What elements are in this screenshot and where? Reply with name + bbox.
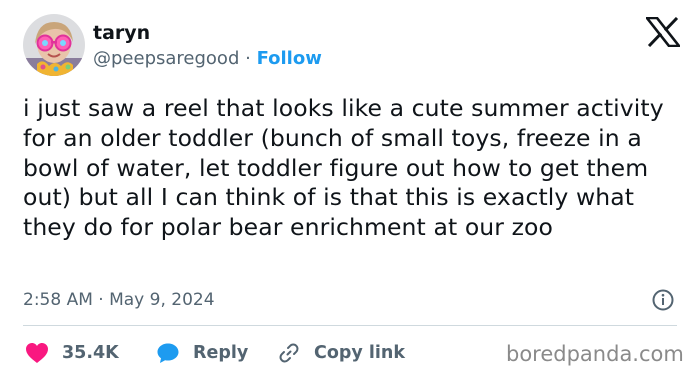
reply-button[interactable]: Reply xyxy=(156,340,248,366)
author-handle[interactable]: @peepsaregood xyxy=(93,48,239,69)
copy-link-label: Copy link xyxy=(314,343,405,363)
like-button[interactable]: 35.4K xyxy=(25,340,119,366)
copy-link-button[interactable]: Copy link xyxy=(277,340,405,366)
tweet-text: i just saw a reel that looks like a cute… xyxy=(23,94,664,242)
tweet-timestamp[interactable]: 2:58 AM · May 9, 2024 xyxy=(23,289,215,311)
follow-button[interactable]: Follow xyxy=(257,48,322,69)
tweet-card: taryn @peepsaregood · Follow i just saw … xyxy=(0,0,700,379)
speech-bubble-icon xyxy=(157,343,179,363)
handle-separator: · xyxy=(245,48,251,69)
heart-icon xyxy=(26,343,48,363)
avatar-image xyxy=(23,14,85,76)
author-name[interactable]: taryn xyxy=(93,22,150,44)
avatar[interactable] xyxy=(23,14,85,76)
info-icon[interactable] xyxy=(651,288,675,312)
author-handle-row: @peepsaregood · Follow xyxy=(93,48,322,70)
divider xyxy=(23,325,677,326)
link-icon xyxy=(279,343,299,363)
x-logo-icon[interactable] xyxy=(646,17,680,47)
reply-label: Reply xyxy=(193,343,249,363)
like-count: 35.4K xyxy=(62,343,119,363)
watermark: boredpanda.com xyxy=(506,342,684,366)
